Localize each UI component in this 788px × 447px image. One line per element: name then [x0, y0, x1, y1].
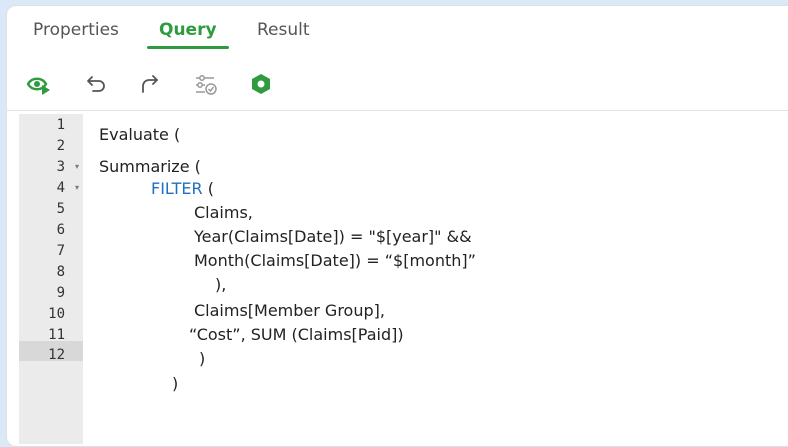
code-line: )	[172, 374, 179, 393]
code-line: “Cost”, SUM (Claims[Paid])	[189, 325, 404, 344]
line-number: 1	[56, 117, 65, 133]
fold-toggle-icon[interactable]: ▾	[75, 158, 79, 176]
preview-run-button[interactable]	[25, 72, 53, 96]
hexagon-icon	[252, 74, 270, 94]
redo-button[interactable]	[137, 72, 165, 96]
code-line: )	[199, 349, 206, 368]
tab-properties[interactable]: Properties	[33, 20, 119, 40]
line-number: 10	[48, 306, 65, 322]
line-number: 9	[56, 285, 65, 301]
line-number: 3	[56, 159, 65, 175]
active-tab-indicator	[147, 46, 229, 49]
line-number: 2	[56, 138, 65, 154]
line-number: 12	[48, 347, 65, 363]
code-line: Claims,	[194, 203, 253, 222]
code-line: ),	[215, 275, 227, 294]
tab-bar: Properties Query Result	[7, 6, 788, 56]
code-editor[interactable]: 1 2 3 ▾ 4 ▾ 5 6 7 8 9 10 11 12 Evaluate …	[19, 114, 788, 444]
fold-toggle-icon[interactable]: ▾	[75, 179, 79, 197]
hexagon-button[interactable]	[249, 72, 277, 96]
line-number: 4	[56, 180, 65, 196]
code-line: Year(Claims[Date]) = "$[year]" &&	[194, 227, 472, 246]
editor-toolbar	[7, 64, 788, 104]
code-text: (	[202, 179, 214, 198]
code-line: FILTER (	[151, 178, 214, 200]
line-number: 5	[56, 201, 65, 217]
line-number: 8	[56, 264, 65, 280]
code-line: Summarize (	[99, 157, 201, 176]
query-panel: Properties Query Result 1 2 3 ▾ 4 ▾ 5 6 …	[6, 5, 788, 447]
line-number: 6	[56, 222, 65, 238]
tab-result[interactable]: Result	[257, 20, 310, 40]
line-number: 7	[56, 243, 65, 259]
undo-button[interactable]	[83, 72, 111, 96]
preview-run-icon	[26, 77, 50, 95]
line-number-gutter: 1 2 3 ▾ 4 ▾ 5 6 7 8 9 10 11 12	[19, 114, 83, 444]
tab-query[interactable]: Query	[159, 20, 217, 40]
settings-check-icon	[196, 75, 217, 95]
keyword-filter: FILTER	[151, 179, 203, 198]
undo-icon	[87, 76, 105, 92]
toolbar-divider	[7, 110, 788, 111]
redo-icon	[142, 75, 158, 93]
code-line: Month(Claims[Date]) = “$[month]”	[194, 251, 476, 270]
line-number: 11	[48, 327, 65, 343]
settings-check-button[interactable]	[193, 72, 221, 96]
code-line: Evaluate (	[99, 125, 181, 144]
code-line: Claims[Member Group],	[194, 301, 385, 320]
